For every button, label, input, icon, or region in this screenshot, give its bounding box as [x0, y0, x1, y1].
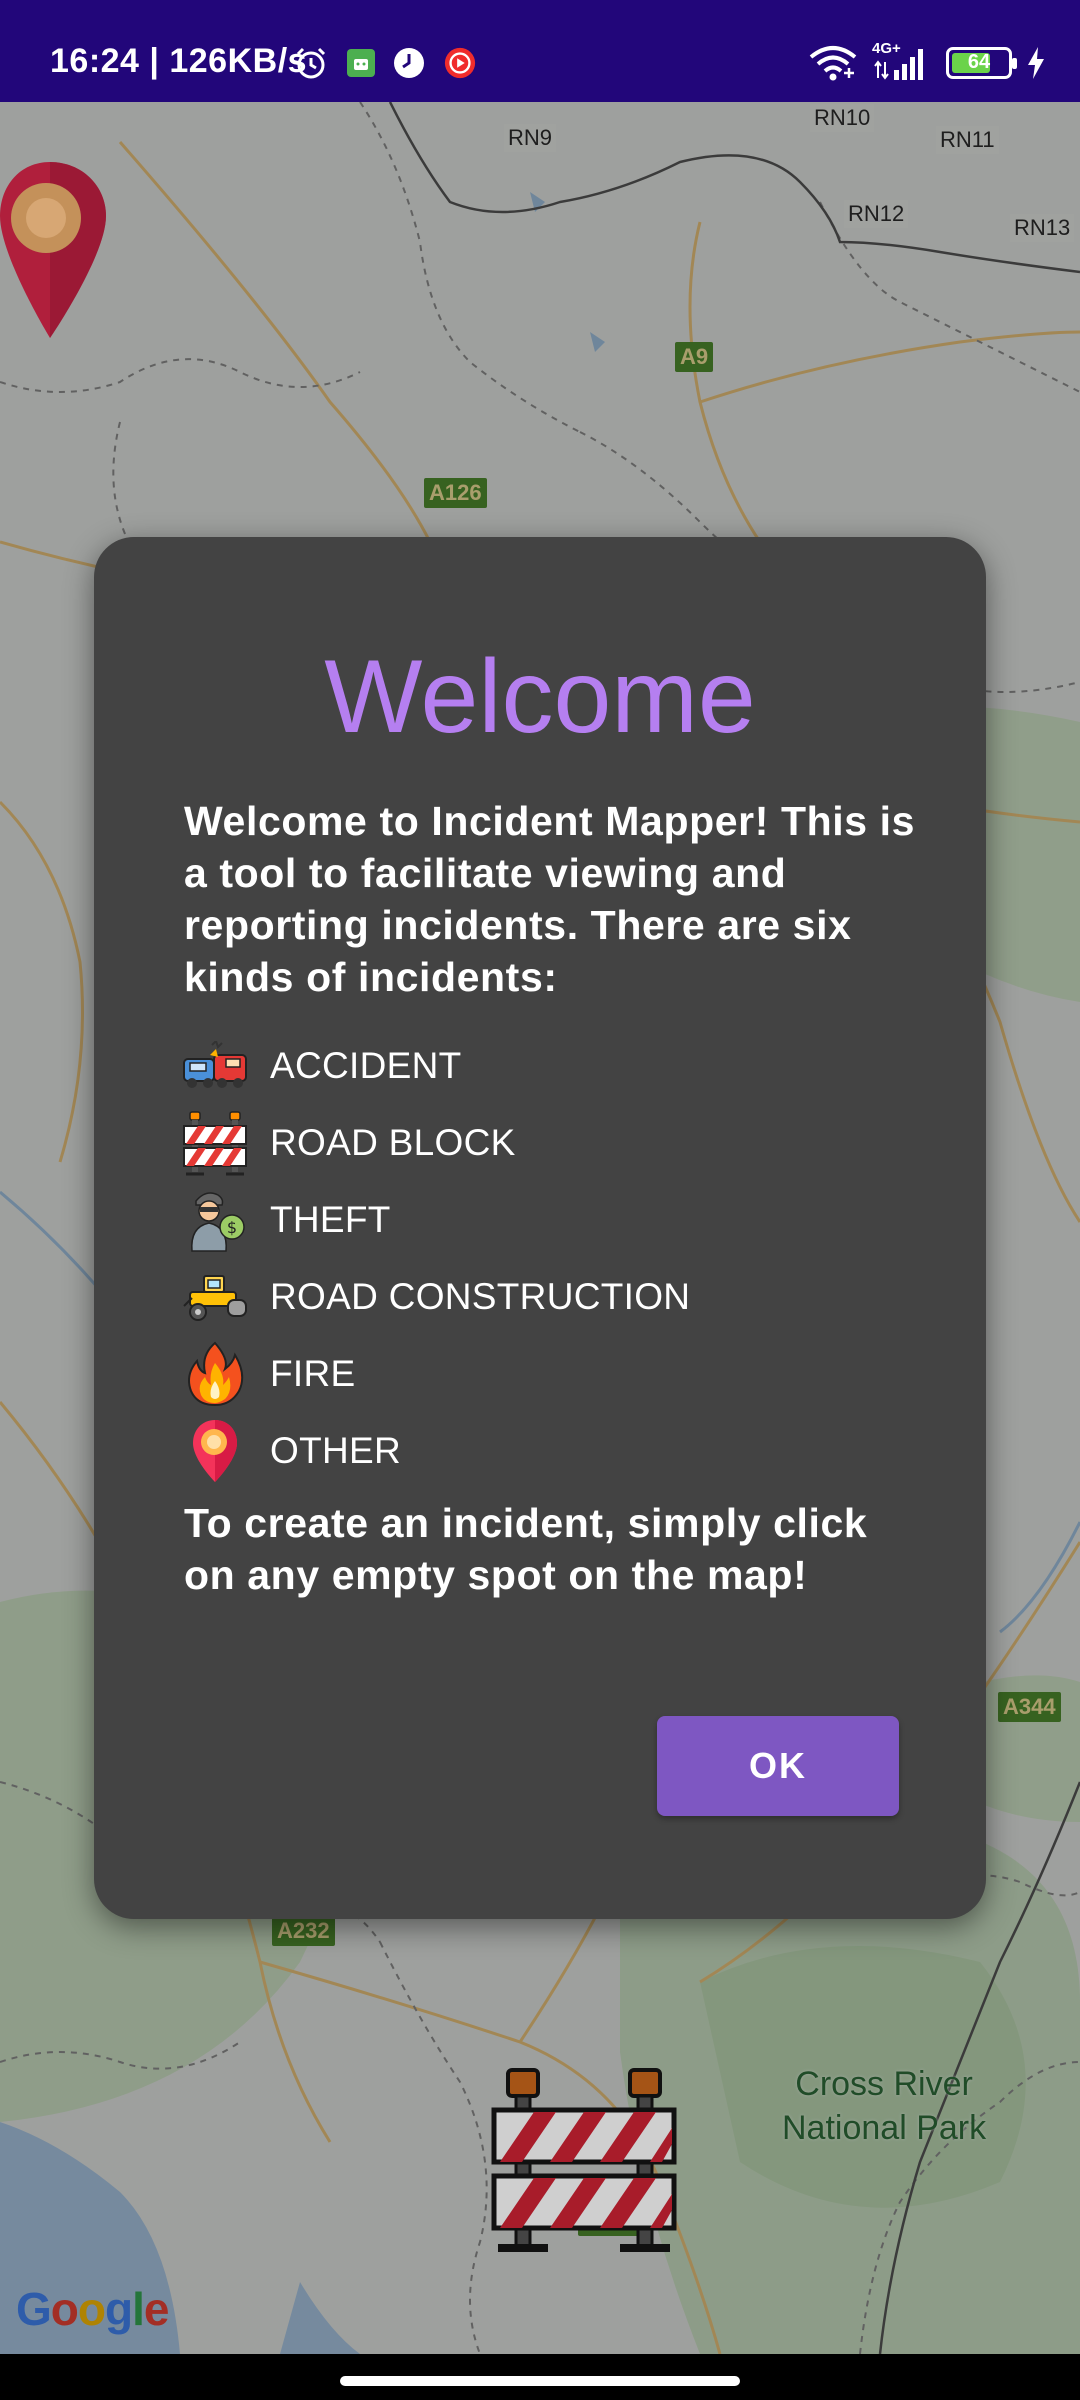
fire-icon: [182, 1341, 248, 1407]
other-label: OTHER: [270, 1429, 401, 1471]
signal-icon: 4G+: [872, 40, 932, 82]
road-block-marker-icon[interactable]: [490, 2068, 680, 2258]
alarm-icon: [296, 47, 326, 79]
battery-level: 64: [967, 51, 991, 73]
navigation-bar: [0, 2354, 1080, 2400]
road-construction-icon: [182, 1264, 248, 1330]
incident-type-list: ACCIDENT ROAD BLOCK $ THEFT ROAD CONSTRU…: [182, 1027, 922, 1489]
charging-icon: [1028, 47, 1044, 79]
android-app-icon: [347, 49, 375, 77]
battery-icon: 64: [946, 47, 1017, 79]
dialog-intro-text: Welcome to Incident Mapper! This is a to…: [184, 798, 916, 1000]
list-item-accident: ACCIDENT: [182, 1027, 922, 1104]
youtube-icon: [444, 47, 476, 79]
status-right-group: 4G+ 64: [808, 40, 1046, 82]
list-item-other: OTHER: [182, 1412, 922, 1489]
list-item-theft: $ THEFT: [182, 1181, 922, 1258]
road-block-icon: [182, 1110, 248, 1176]
status-bar: 16:24 | 126KB/s 4G+ 64: [0, 0, 1080, 102]
theft-icon: $: [182, 1187, 248, 1253]
list-item-road-block: ROAD BLOCK: [182, 1104, 922, 1181]
dialog-title: Welcome: [324, 639, 756, 755]
welcome-dialog: Welcome Welcome to Incident Mapper! This…: [94, 537, 986, 1919]
road-construction-label: ROAD CONSTRUCTION: [270, 1275, 691, 1317]
wifi-icon: [809, 46, 857, 81]
ok-button[interactable]: OK: [657, 1716, 899, 1816]
list-item-fire: FIRE: [182, 1335, 922, 1412]
dialog-footer-text: To create an incident, simply click on a…: [184, 1500, 868, 1598]
other-marker-icon[interactable]: [0, 160, 110, 340]
accident-icon: [182, 1033, 248, 1099]
accident-label: ACCIDENT: [270, 1044, 462, 1086]
road-block-label: ROAD BLOCK: [270, 1121, 516, 1163]
fire-label: FIRE: [270, 1352, 356, 1394]
list-item-road-construction: ROAD CONSTRUCTION: [182, 1258, 922, 1335]
clock-app-icon: [394, 48, 424, 78]
theft-label: THEFT: [270, 1198, 391, 1240]
status-time-speed: 16:24 | 126KB/s: [50, 42, 308, 80]
other-pin-icon: [182, 1418, 248, 1484]
home-gesture-handle[interactable]: [340, 2376, 740, 2386]
svg-text:$: $: [227, 1218, 237, 1237]
